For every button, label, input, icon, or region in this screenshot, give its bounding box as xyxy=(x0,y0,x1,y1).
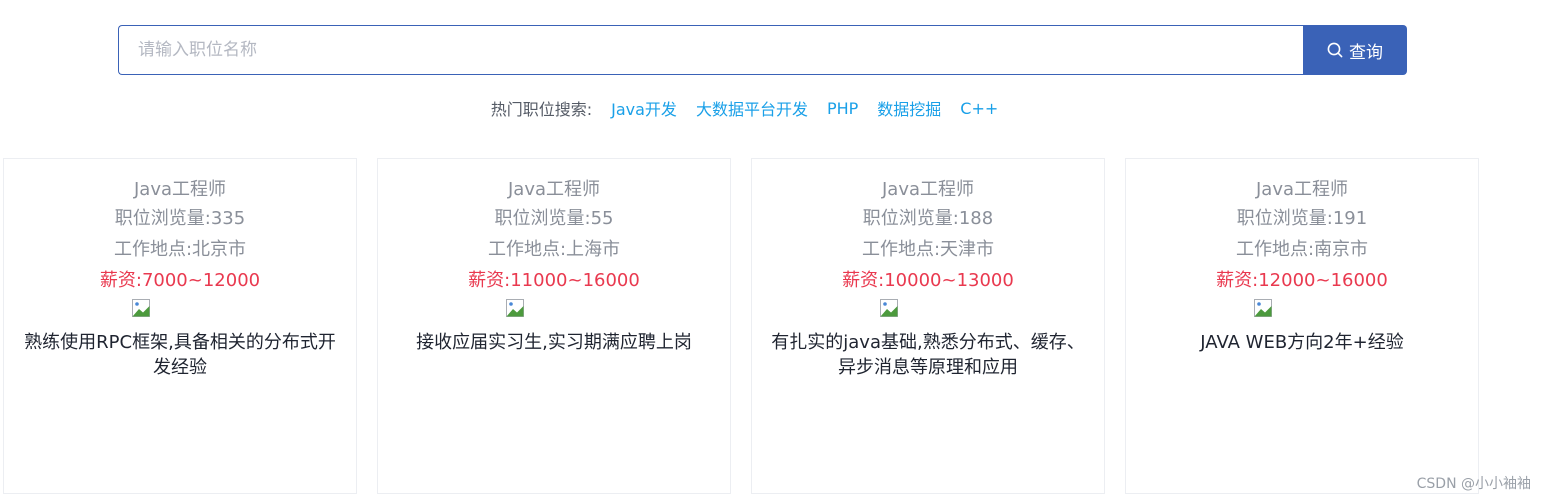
job-title: Java工程师 xyxy=(133,179,227,200)
page: 查询 热门职位搜索: Java开发 大数据平台开发 PHP 数据挖掘 C++ J… xyxy=(0,0,1545,502)
search-button[interactable]: 查询 xyxy=(1303,25,1407,75)
job-location: 工作地点:上海市 xyxy=(487,239,621,260)
job-title: Java工程师 xyxy=(881,179,975,200)
hot-search-link-data-mining[interactable]: 数据挖掘 xyxy=(877,96,941,120)
hot-search-row: 热门职位搜索: Java开发 大数据平台开发 PHP 数据挖掘 C++ xyxy=(0,96,1489,120)
hot-search-link-java[interactable]: Java开发 xyxy=(611,96,677,120)
job-views: 职位浏览量:55 xyxy=(494,208,614,229)
hot-search-link-cpp[interactable]: C++ xyxy=(960,99,998,118)
job-card[interactable]: Java工程师 职位浏览量:335 工作地点:北京市 薪资:7000~12000… xyxy=(3,158,357,494)
job-card[interactable]: Java工程师 职位浏览量:188 工作地点:天津市 薪资:10000~1300… xyxy=(751,158,1105,494)
job-card[interactable]: Java工程师 职位浏览量:191 工作地点:南京市 薪资:12000~1600… xyxy=(1125,158,1479,494)
job-location: 工作地点:天津市 xyxy=(861,239,995,260)
job-views: 职位浏览量:188 xyxy=(862,208,994,229)
hot-search-link-php[interactable]: PHP xyxy=(827,99,858,118)
broken-image-icon xyxy=(131,298,151,318)
job-description: 熟练使用RPC框架,具备相关的分布式开发经验 xyxy=(24,332,336,378)
job-description: 有扎实的java基础,熟悉分布式、缓存、异步消息等原理和应用 xyxy=(771,332,1085,378)
hot-search-link-big-data[interactable]: 大数据平台开发 xyxy=(696,96,808,120)
job-views: 职位浏览量:191 xyxy=(1236,208,1368,229)
hot-search-label: 热门职位搜索: xyxy=(490,100,593,119)
job-card[interactable]: Java工程师 职位浏览量:55 工作地点:上海市 薪资:11000~16000… xyxy=(377,158,731,494)
search-input[interactable] xyxy=(118,25,1303,75)
job-title: Java工程师 xyxy=(1255,179,1349,200)
search-icon xyxy=(1327,42,1343,58)
job-salary: 薪资:10000~13000 xyxy=(842,270,1014,291)
job-description: JAVA WEB方向2年+经验 xyxy=(1200,332,1404,353)
job-location: 工作地点:南京市 xyxy=(1235,239,1369,260)
broken-image-icon xyxy=(1253,298,1273,318)
job-views: 职位浏览量:335 xyxy=(114,208,246,229)
broken-image-icon xyxy=(505,298,525,318)
search-bar: 查询 xyxy=(118,25,1407,75)
broken-image-icon xyxy=(879,298,899,318)
watermark: CSDN @小小袖袖 xyxy=(1416,476,1531,492)
job-salary: 薪资:11000~16000 xyxy=(468,270,640,291)
job-salary: 薪资:7000~12000 xyxy=(99,270,261,291)
job-description: 接收应届实习生,实习期满应聘上岗 xyxy=(416,332,692,353)
job-title: Java工程师 xyxy=(507,179,601,200)
job-salary: 薪资:12000~16000 xyxy=(1216,270,1388,291)
job-location: 工作地点:北京市 xyxy=(113,239,247,260)
search-button-label: 查询 xyxy=(1349,42,1383,63)
